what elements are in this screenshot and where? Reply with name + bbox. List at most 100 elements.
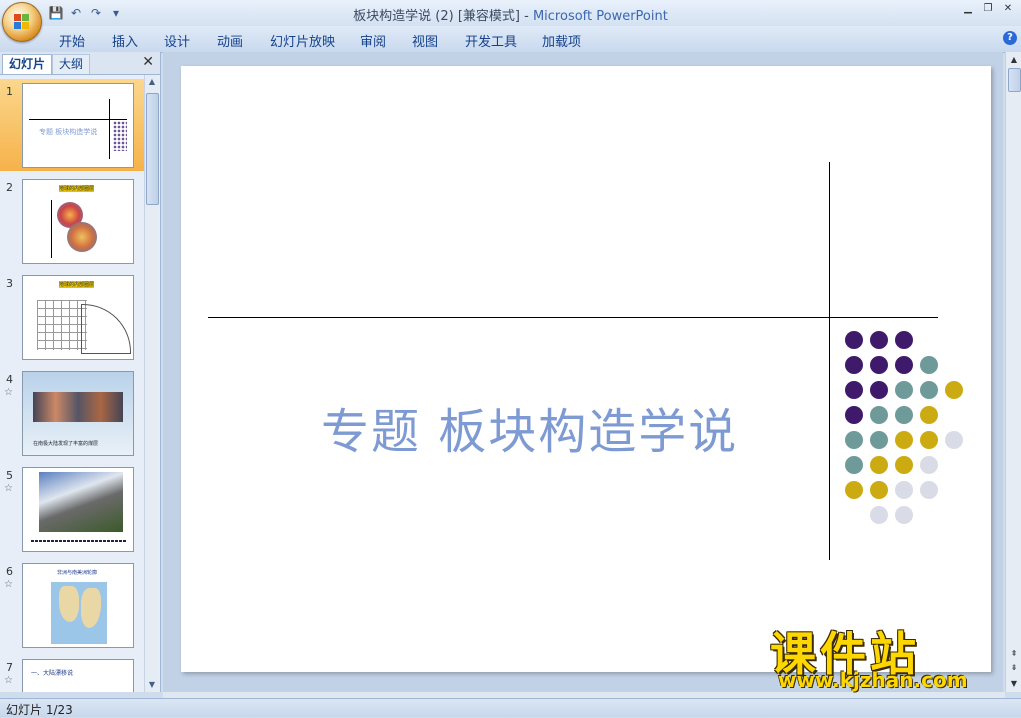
pattern-dot (920, 356, 938, 374)
pattern-dot (895, 431, 913, 449)
slide-title[interactable]: 专题 板块构造学说 (321, 392, 738, 462)
editor-scrollbar[interactable]: ▲ ⇞ ⇟ ▼ (1005, 52, 1021, 692)
pattern-dot (845, 356, 863, 374)
thumbnail-image: 地球的内部圈层 (22, 275, 134, 360)
animation-star-icon: ☆ (4, 387, 13, 398)
help-icon[interactable]: ? (1003, 31, 1017, 45)
slide-thumbnail-5[interactable]: 5 ☆ (0, 463, 144, 555)
tab-design[interactable]: 设计 (164, 31, 190, 50)
close-icon[interactable]: ✕ (999, 2, 1017, 16)
site-watermark: 课件站 www.kjzhan.com (770, 618, 1006, 692)
thumbnail-caption: 专题 板块构造学说 (39, 128, 98, 136)
watermark-url: www.kjzhan.com (778, 668, 968, 692)
tab-view[interactable]: 视图 (412, 31, 438, 50)
thumbnail-image (22, 467, 134, 552)
pattern-dot (920, 381, 938, 399)
thumbnail-scrollbar[interactable]: ▲ ▼ (144, 75, 159, 692)
horizontal-rule (208, 317, 938, 318)
slide-number: 2 (6, 181, 13, 194)
pattern-dot (845, 456, 863, 474)
pattern-dot (870, 356, 888, 374)
window-title: 板块构造学说 (2) [兼容模式] - Microsoft PowerPoint (0, 5, 1021, 24)
pattern-dot (895, 456, 913, 474)
slide-thumbnail-2[interactable]: 2 地球的内部圈层 (0, 175, 144, 267)
current-slide[interactable]: 专题 板块构造学说 (181, 66, 991, 672)
minimize-icon[interactable]: ▁ (959, 2, 977, 16)
pattern-dot (845, 431, 863, 449)
pane-close-icon[interactable]: ✕ (142, 54, 154, 70)
slide-number: 1 (6, 85, 13, 98)
pattern-dot (920, 406, 938, 424)
thumbnail-caption: 在南极大陆发现了丰富的煤层 (33, 441, 99, 447)
tab-developer[interactable]: 开发工具 (465, 31, 517, 50)
slide-counter: 幻灯片 1/23 (6, 703, 73, 717)
pattern-dot (870, 431, 888, 449)
tab-outline[interactable]: 大纲 (52, 54, 91, 74)
pattern-dot (920, 481, 938, 499)
restore-icon[interactable]: ❐ (979, 2, 997, 16)
tab-addins[interactable]: 加载项 (542, 31, 581, 50)
pattern-dot (845, 331, 863, 349)
title-bar: 💾 ↶ ↷ ▾ 板块构造学说 (2) [兼容模式] - Microsoft Po… (0, 0, 1021, 26)
pattern-dot (870, 481, 888, 499)
vertical-rule (829, 162, 830, 560)
thumbnail-caption: 地球的内部圈层 (59, 281, 95, 288)
pattern-dot (870, 456, 888, 474)
scroll-up-icon[interactable]: ▲ (145, 75, 159, 89)
ribbon-tabs: 开始 插入 设计 动画 幻灯片放映 审阅 视图 开发工具 加载项 ? (0, 26, 1021, 53)
pattern-dot (870, 381, 888, 399)
pattern-dot (920, 456, 938, 474)
scroll-thumb[interactable] (146, 93, 159, 205)
thumbnail-image: 一、大陆漂移说 (22, 659, 134, 692)
slides-pane: 幻灯片 大纲 ✕ 1 专题 板块构造学说 2 地球的内部圈层 3 地球的内部圈层… (0, 52, 161, 692)
office-logo-icon (14, 14, 30, 30)
slide-thumbnail-4[interactable]: 4 ☆ 在南极大陆发现了丰富的煤层 (0, 367, 144, 459)
status-bar: 幻灯片 1/23 (0, 698, 1021, 717)
slide-number: 7 (6, 661, 13, 674)
pattern-dot (895, 381, 913, 399)
scroll-thumb[interactable] (1008, 68, 1021, 92)
slide-thumbnail-7[interactable]: 7 ☆ 一、大陆漂移说 (0, 655, 144, 692)
thumbnail-image: 非洲与南美洲轮廓 (22, 563, 134, 648)
window-controls: ▁ ❐ ✕ (959, 2, 1017, 16)
thumbnail-caption: 非洲与南美洲轮廓 (57, 570, 98, 576)
thumbnail-image: 地球的内部圈层 (22, 179, 134, 264)
pattern-dot (945, 431, 963, 449)
office-button[interactable] (2, 2, 42, 42)
tab-animations[interactable]: 动画 (217, 31, 243, 50)
thumbnail-image: 在南极大陆发现了丰富的煤层 (22, 371, 134, 456)
pattern-dot (870, 506, 888, 524)
slide-number: 4 (6, 373, 13, 386)
scroll-down-icon[interactable]: ▼ (1006, 678, 1021, 690)
scroll-down-icon[interactable]: ▼ (145, 678, 159, 692)
pattern-dot (920, 431, 938, 449)
scroll-up-icon[interactable]: ▲ (1006, 54, 1021, 66)
pattern-dot (945, 381, 963, 399)
tab-home[interactable]: 开始 (59, 31, 85, 50)
pattern-dot (870, 406, 888, 424)
previous-slide-icon[interactable]: ⇞ (1006, 648, 1021, 660)
pattern-dot (895, 506, 913, 524)
animation-star-icon: ☆ (4, 579, 13, 590)
tab-slideshow[interactable]: 幻灯片放映 (270, 31, 335, 50)
pattern-dot (895, 406, 913, 424)
animation-star-icon: ☆ (4, 675, 13, 686)
pattern-dot (870, 331, 888, 349)
app-title: Microsoft PowerPoint (532, 9, 668, 24)
pattern-dot (845, 406, 863, 424)
pattern-dot (895, 481, 913, 499)
slide-editor: 专题 板块构造学说 (163, 52, 1003, 692)
pattern-dot (895, 331, 913, 349)
thumbnail-image: 专题 板块构造学说 (22, 83, 134, 168)
thumbnail-list: 1 专题 板块构造学说 2 地球的内部圈层 3 地球的内部圈层 4 ☆ 在南极大… (0, 75, 144, 692)
animation-star-icon: ☆ (4, 483, 13, 494)
slide-thumbnail-1[interactable]: 1 专题 板块构造学说 (0, 79, 144, 171)
thumbnail-caption: 地球的内部圈层 (59, 185, 95, 192)
next-slide-icon[interactable]: ⇟ (1006, 662, 1021, 674)
tab-insert[interactable]: 插入 (112, 31, 138, 50)
slide-thumbnail-3[interactable]: 3 地球的内部圈层 (0, 271, 144, 363)
thumbnail-caption: 一、大陆漂移说 (31, 670, 74, 677)
tab-review[interactable]: 审阅 (360, 31, 386, 50)
tab-slides[interactable]: 幻灯片 (2, 54, 53, 74)
slide-thumbnail-6[interactable]: 6 ☆ 非洲与南美洲轮廓 (0, 559, 144, 651)
